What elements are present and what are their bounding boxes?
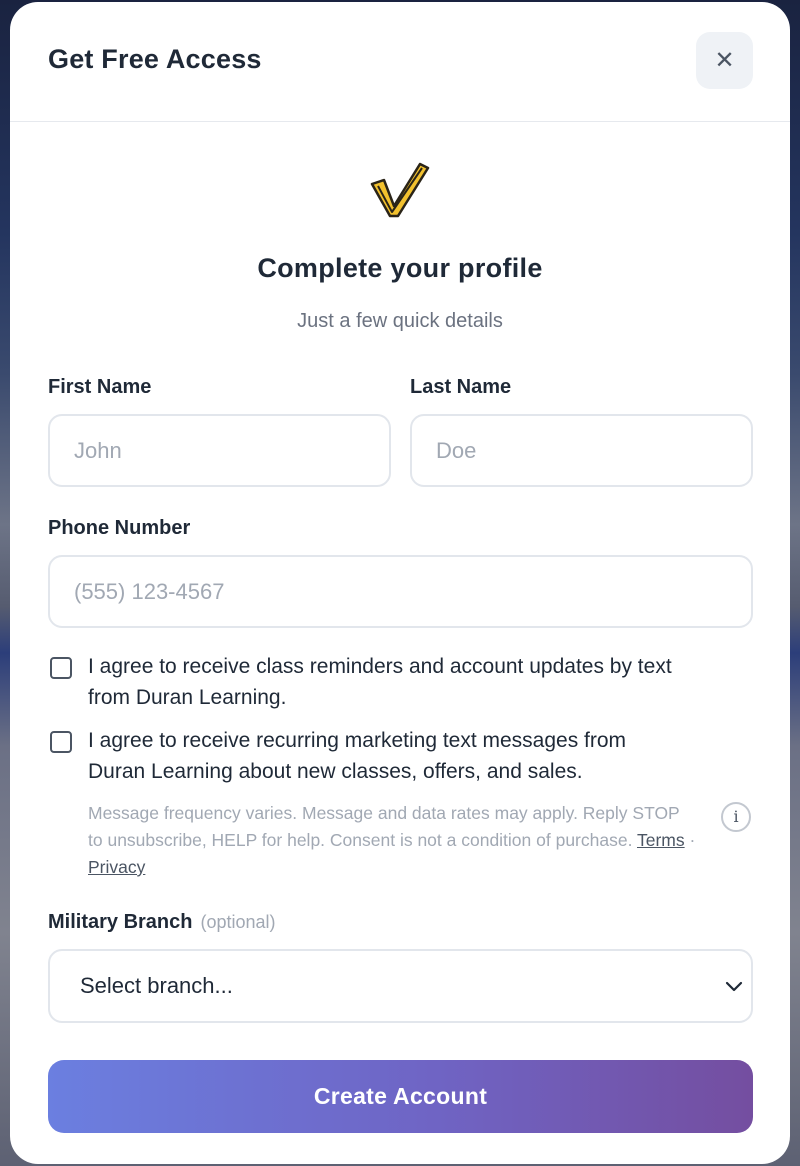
select-value: Select branch...: [80, 973, 233, 998]
last-name-label: Last Name: [410, 376, 512, 398]
optional-tag: (optional): [200, 912, 276, 932]
disclaimer-text: Message frequency varies. Message and da…: [88, 803, 680, 850]
privacy-link[interactable]: Privacy: [88, 857, 145, 877]
form-title: Complete your profile: [257, 253, 543, 283]
consent-reminders-label[interactable]: I agree to receive class reminders and a…: [88, 651, 672, 713]
phone-label: Phone Number: [48, 517, 191, 539]
close-icon: ✕: [714, 47, 735, 74]
consent-reminders-checkbox[interactable]: [50, 657, 72, 679]
close-button[interactable]: ✕: [696, 32, 753, 89]
phone-input[interactable]: [48, 555, 753, 628]
chevron-down-icon: [725, 981, 743, 992]
military-branch-label: Military Branch (optional): [48, 911, 276, 933]
info-icon[interactable]: i: [721, 802, 751, 832]
first-name-label: First Name: [48, 376, 152, 398]
sms-disclaimer: Message frequency varies. Message and da…: [88, 800, 698, 881]
terms-link[interactable]: Terms: [637, 830, 685, 850]
modal-header: Get Free Access ✕: [10, 2, 790, 122]
create-account-button[interactable]: Create Account: [48, 1060, 753, 1133]
consent-marketing-checkbox[interactable]: [50, 731, 72, 753]
consent-marketing-label[interactable]: I agree to receive recurring marketing t…: [88, 725, 626, 787]
first-name-input[interactable]: [48, 414, 391, 487]
military-branch-select[interactable]: Select branch...: [48, 949, 753, 1023]
form-subtitle: Just a few quick details: [297, 310, 503, 332]
signup-modal: Get Free Access ✕ Complete your profile …: [10, 2, 790, 1164]
checkmark-logo-icon: [370, 162, 430, 218]
modal-title: Get Free Access: [48, 44, 262, 74]
last-name-input[interactable]: [410, 414, 753, 487]
link-separator: ·: [689, 830, 696, 850]
